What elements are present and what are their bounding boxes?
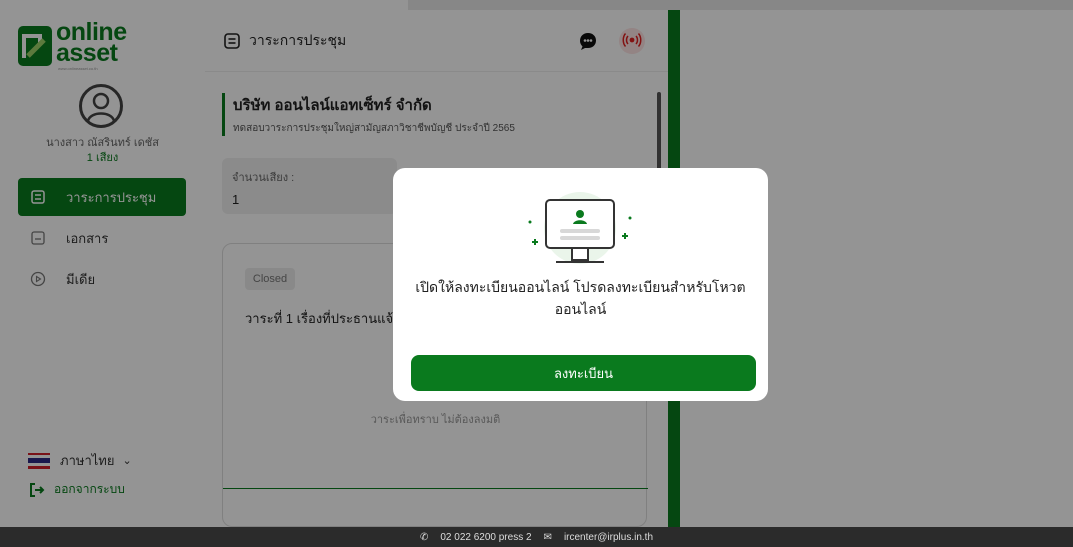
computer-registration-icon xyxy=(528,192,632,264)
phone-icon: ✆ xyxy=(419,531,429,543)
registration-modal: เปิดให้ลงทะเบียนออนไลน์ โปรดลงทะเบียนสำห… xyxy=(393,168,768,401)
register-button[interactable]: ลงทะเบียน xyxy=(411,355,756,391)
footer-phone[interactable]: 02 022 6200 press 2 xyxy=(440,532,531,543)
email-icon: ✉ xyxy=(543,531,552,543)
footer: ✆ 02 022 6200 press 2 ✉ ircenter@irplus.… xyxy=(0,527,1073,547)
footer-email[interactable]: ircenter@irplus.in.th xyxy=(564,532,653,543)
modal-message: เปิดให้ลงทะเบียนออนไลน์ โปรดลงทะเบียนสำห… xyxy=(415,279,746,317)
